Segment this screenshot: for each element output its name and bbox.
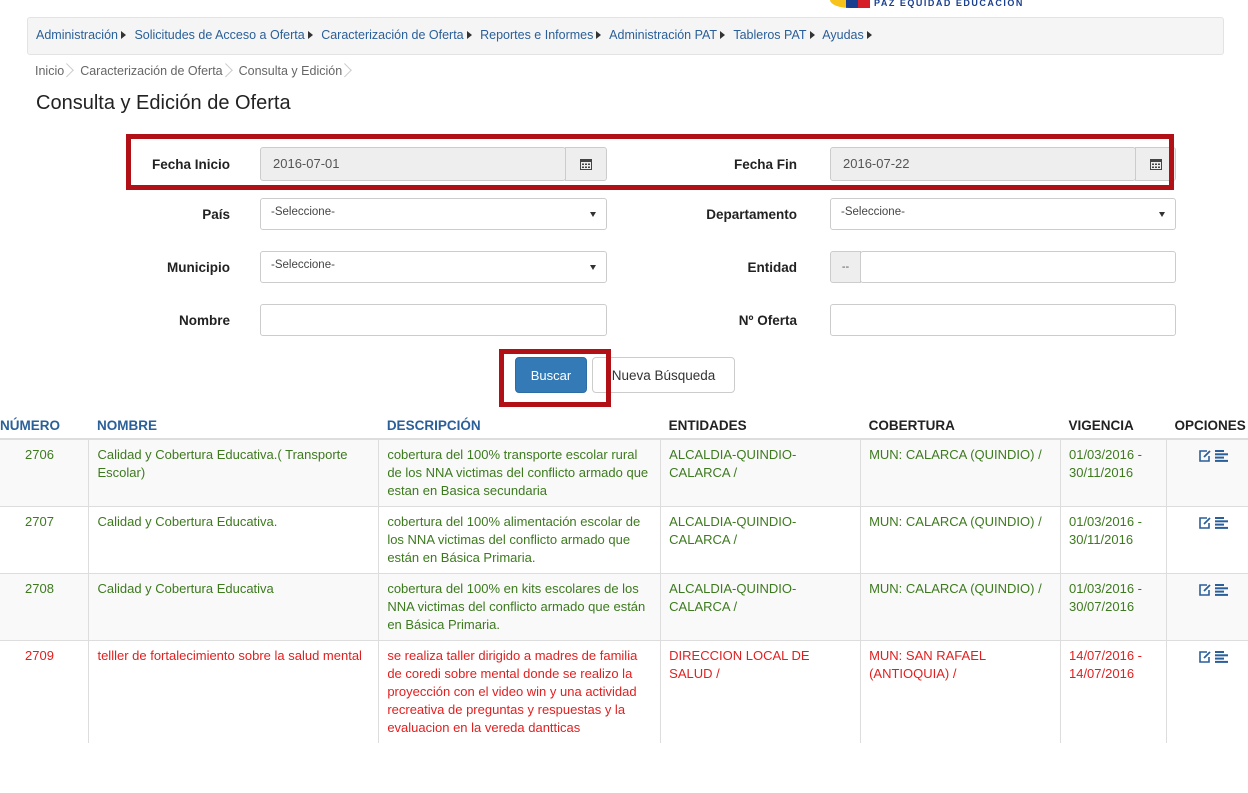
municipio-select-value: -Seleccione- bbox=[271, 259, 335, 271]
edit-icon[interactable] bbox=[1198, 581, 1212, 596]
col-header-numero[interactable]: NÚMERO bbox=[0, 412, 89, 440]
breadcrumb-caracterizacion[interactable]: Caracterización de Oferta bbox=[72, 64, 230, 78]
cell-numero: 2708 bbox=[0, 573, 90, 641]
calendar-icon[interactable] bbox=[1135, 147, 1176, 181]
breadcrumb-inicio[interactable]: Inicio bbox=[27, 64, 72, 78]
cell-nombre: telller de fortalecimiento sobre la salu… bbox=[88, 640, 380, 743]
col-header-nombre[interactable]: NOMBRE bbox=[88, 412, 379, 440]
cell-cobertura: MUN: CALARCA (QUINDIO) / bbox=[860, 438, 1061, 507]
entidad-input[interactable] bbox=[860, 251, 1176, 283]
flag-logo-icon bbox=[830, 0, 870, 8]
cell-vigencia: 01/03/2016 - 30/11/2016 bbox=[1060, 438, 1167, 507]
edit-icon[interactable] bbox=[1198, 514, 1212, 529]
list-icon[interactable] bbox=[1215, 648, 1229, 663]
results-table: NÚMERO NOMBRE DESCRIPCIÓN ENTIDADES COBE… bbox=[0, 412, 1248, 743]
n-oferta-input[interactable] bbox=[830, 304, 1176, 336]
chevron-down-icon bbox=[1159, 212, 1165, 217]
logo-tagline: PAZ EQUIDAD EDUCACION bbox=[874, 0, 1024, 8]
table-row: 2707 Calidad y Cobertura Educativa. cobe… bbox=[0, 506, 1248, 574]
page-title: Consulta y Edición de Oferta bbox=[36, 92, 291, 114]
calendar-icon[interactable] bbox=[565, 147, 607, 181]
menu-item-reportes[interactable]: Reportes e Informes bbox=[480, 28, 593, 42]
caret-right-icon bbox=[466, 31, 472, 39]
menu-item-admin-pat[interactable]: Administración PAT bbox=[609, 28, 717, 42]
fecha-inicio-label: Fecha Inicio bbox=[151, 157, 230, 172]
n-oferta-label: Nº Oferta bbox=[738, 313, 797, 328]
nueva-busqueda-button[interactable]: Nueva Búsqueda bbox=[592, 357, 735, 393]
cell-opciones bbox=[1166, 506, 1248, 574]
departamento-select[interactable]: -Seleccione- bbox=[830, 198, 1176, 230]
caret-right-icon bbox=[307, 31, 313, 39]
entidad-addon: -- bbox=[830, 251, 861, 283]
cell-opciones bbox=[1166, 573, 1248, 641]
departamento-label: Departamento bbox=[706, 207, 797, 222]
cell-descripcion: se realiza taller dirigido a madres de f… bbox=[378, 640, 662, 743]
cell-entidades: ALCALDIA-QUINDIO-CALARCA / bbox=[660, 573, 862, 641]
pais-select[interactable]: -Seleccione- bbox=[260, 198, 607, 230]
edit-icon[interactable] bbox=[1198, 648, 1212, 663]
cell-entidades: ALCALDIA-QUINDIO-CALARCA / bbox=[660, 506, 862, 574]
list-icon[interactable] bbox=[1215, 447, 1229, 462]
cell-nombre: Calidad y Cobertura Educativa. bbox=[88, 506, 380, 574]
pais-select-value: -Seleccione- bbox=[271, 206, 335, 218]
breadcrumb: Inicio Caracterización de Oferta Consult… bbox=[27, 58, 350, 84]
menu-item-caracterizacion[interactable]: Caracterización de Oferta bbox=[321, 28, 463, 42]
cell-entidades: ALCALDIA-QUINDIO-CALARCA / bbox=[660, 438, 862, 507]
list-icon[interactable] bbox=[1215, 581, 1229, 596]
cell-vigencia: 01/03/2016 - 30/07/2016 bbox=[1060, 573, 1167, 641]
col-header-vigencia: VIGENCIA bbox=[1060, 412, 1167, 440]
cell-descripcion: cobertura del 100% en kits escolares de … bbox=[378, 573, 662, 641]
cell-cobertura: MUN: SAN RAFAEL (ANTIOQUIA) / bbox=[860, 640, 1061, 743]
cell-vigencia: 01/03/2016 - 30/11/2016 bbox=[1060, 506, 1167, 574]
chevron-down-icon bbox=[590, 265, 596, 270]
col-header-descripcion[interactable]: DESCRIPCIÓN bbox=[378, 412, 661, 440]
menu-item-tableros-pat[interactable]: Tableros PAT bbox=[733, 28, 806, 42]
fecha-inicio-input[interactable]: 2016-07-01 bbox=[260, 147, 566, 181]
cell-nombre: Calidad y Cobertura Educativa.( Transpor… bbox=[88, 438, 380, 507]
main-menu: Administración Solicitudes de Acceso a O… bbox=[27, 17, 1224, 55]
col-header-cobertura: COBERTURA bbox=[860, 412, 1061, 440]
cell-descripcion: cobertura del 100% transporte escolar ru… bbox=[378, 438, 662, 507]
cell-entidades: DIRECCION LOCAL DE SALUD / bbox=[660, 640, 862, 743]
cell-cobertura: MUN: CALARCA (QUINDIO) / bbox=[860, 506, 1061, 574]
table-row: 2708 Calidad y Cobertura Educativa cober… bbox=[0, 573, 1248, 641]
cell-cobertura: MUN: CALARCA (QUINDIO) / bbox=[860, 573, 1061, 641]
cell-numero: 2706 bbox=[0, 438, 90, 507]
col-header-entidades: ENTIDADES bbox=[660, 412, 861, 440]
pais-label: País bbox=[202, 207, 230, 222]
cell-descripcion: cobertura del 100% alimentación escolar … bbox=[378, 506, 662, 574]
chevron-down-icon bbox=[590, 212, 596, 217]
list-icon[interactable] bbox=[1215, 514, 1229, 529]
caret-right-icon bbox=[809, 31, 815, 39]
buscar-button[interactable]: Buscar bbox=[515, 357, 587, 393]
cell-opciones bbox=[1166, 640, 1248, 743]
cell-vigencia: 14/07/2016 - 14/07/2016 bbox=[1060, 640, 1167, 743]
caret-right-icon bbox=[120, 31, 126, 39]
entidad-label: Entidad bbox=[747, 260, 798, 275]
menu-item-administracion[interactable]: Administración bbox=[36, 28, 118, 42]
municipio-label: Municipio bbox=[167, 260, 230, 275]
municipio-select[interactable]: -Seleccione- bbox=[260, 251, 607, 283]
breadcrumb-consulta: Consulta y Edición bbox=[231, 64, 351, 78]
nombre-input[interactable] bbox=[260, 304, 607, 336]
caret-right-icon bbox=[866, 31, 872, 39]
table-row: 2709 telller de fortalecimiento sobre la… bbox=[0, 640, 1248, 743]
menu-item-solicitudes[interactable]: Solicitudes de Acceso a Oferta bbox=[134, 28, 304, 42]
caret-right-icon bbox=[596, 31, 602, 39]
fecha-fin-label: Fecha Fin bbox=[733, 157, 797, 172]
cell-nombre: Calidad y Cobertura Educativa bbox=[88, 573, 380, 641]
table-header-row: NÚMERO NOMBRE DESCRIPCIÓN ENTIDADES COBE… bbox=[0, 412, 1248, 440]
cell-numero: 2707 bbox=[0, 506, 90, 574]
departamento-select-value: -Seleccione- bbox=[841, 206, 905, 218]
cell-opciones bbox=[1166, 438, 1248, 507]
header-logo: PAZ EQUIDAD EDUCACION bbox=[830, 0, 1060, 14]
menu-item-ayudas[interactable]: Ayudas bbox=[822, 28, 863, 42]
caret-right-icon bbox=[720, 31, 726, 39]
fecha-fin-input[interactable]: 2016-07-22 bbox=[830, 147, 1136, 181]
table-row: 2706 Calidad y Cobertura Educativa.( Tra… bbox=[0, 438, 1248, 507]
cell-numero: 2709 bbox=[0, 640, 90, 743]
nombre-label: Nombre bbox=[178, 313, 230, 328]
col-header-opciones: OPCIONES bbox=[1166, 412, 1248, 440]
edit-icon[interactable] bbox=[1198, 447, 1212, 462]
